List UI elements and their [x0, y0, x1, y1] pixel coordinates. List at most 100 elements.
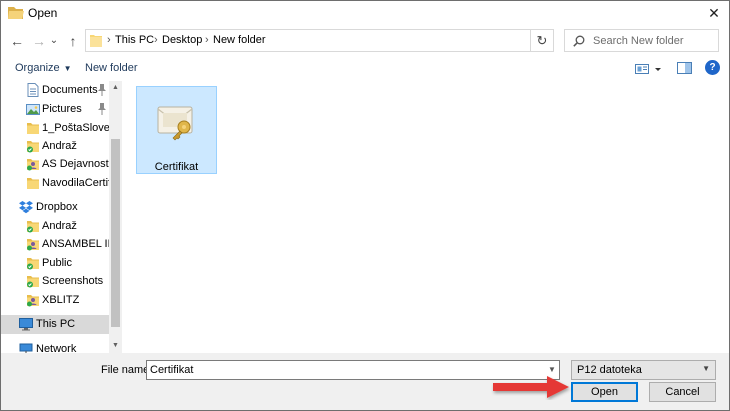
- sidebar-item-label: XBLITZ: [42, 294, 80, 306]
- address-bar[interactable]: › This PC › Desktop › New folder ▼: [85, 29, 607, 52]
- breadcrumb-separator: ›: [205, 34, 209, 46]
- organize-label: Organize: [15, 62, 60, 74]
- sidebar-item-dropbox-andraz[interactable]: Andraž: [1, 217, 109, 236]
- chevron-down-icon: ⌄: [49, 35, 59, 46]
- synced-group-folder-icon: [27, 239, 39, 251]
- up-button[interactable]: ↑: [63, 31, 83, 51]
- breadcrumb-separator: ›: [107, 34, 111, 46]
- sidebar-item-label: AS Dejavnosti: [42, 158, 109, 170]
- open-button[interactable]: Open: [571, 382, 638, 402]
- back-button[interactable]: ←: [7, 31, 27, 51]
- scrollbar-thumb[interactable]: [111, 139, 120, 327]
- sidebar-item-label: ANSAMBEL IDEJ: [42, 238, 109, 250]
- refresh-icon: ↻: [536, 33, 548, 48]
- sidebar-item-andraz[interactable]: Andraž: [1, 137, 109, 156]
- chevron-down-icon: ▼: [702, 364, 710, 373]
- sidebar-item-label: Dropbox: [36, 201, 78, 213]
- sidebar-item-label: Public: [42, 257, 72, 269]
- caret-down-icon: ▼: [63, 64, 72, 73]
- sidebar-item-label: Network: [36, 343, 77, 353]
- organize-button[interactable]: Organize ▼: [15, 62, 72, 74]
- certificate-icon: [157, 106, 193, 141]
- forward-button[interactable]: →: [29, 31, 49, 51]
- pictures-icon: [26, 104, 40, 115]
- sidebar-item-documents[interactable]: Documents: [1, 81, 109, 100]
- folder-icon: [27, 123, 39, 134]
- dropbox-icon: [19, 201, 33, 214]
- scroll-up-arrow-icon[interactable]: ▲: [109, 81, 122, 95]
- documents-icon: [27, 83, 39, 97]
- change-view-button[interactable]: [635, 62, 665, 76]
- sidebar-item-public[interactable]: Public: [1, 254, 109, 273]
- navigation-pane: Documents Pictures 1_PoštaSlovenije And: [1, 81, 122, 353]
- sidebar-item-1-posta-slovenije[interactable]: 1_PoštaSlovenije: [1, 119, 109, 138]
- network-icon: [19, 343, 33, 353]
- open-button-label: Open: [591, 386, 618, 398]
- search-icon: [573, 35, 585, 47]
- annotation-arrow-icon: [493, 376, 569, 398]
- search-box[interactable]: [564, 29, 719, 52]
- sidebar-item-network[interactable]: Network: [1, 340, 109, 353]
- pin-icon: [98, 84, 106, 96]
- sidebar-item-dropbox[interactable]: Dropbox: [1, 198, 109, 217]
- synced-folder-icon: [27, 276, 39, 288]
- back-arrow-icon: ←: [10, 33, 24, 49]
- forward-arrow-icon: →: [32, 33, 46, 49]
- sidebar-item-label: Screenshots: [42, 275, 104, 287]
- sidebar-item-navodila-certifik[interactable]: NavodilaCertifik: [1, 174, 109, 193]
- navigation-bar: ← → ⌄ ↑ › This PC › Desktop › New folder…: [1, 27, 729, 55]
- scroll-down-arrow-icon[interactable]: ▼: [109, 339, 122, 353]
- sidebar-item-this-pc[interactable]: This PC: [1, 315, 109, 334]
- dialog-footer: File name: ▼ P12 datoteka ▼ Open Cancel: [1, 353, 729, 410]
- sidebar-item-xblitz[interactable]: XBLITZ: [1, 291, 109, 310]
- sidebar-item-label: Andraž: [42, 140, 77, 152]
- preview-pane-icon: [677, 62, 692, 74]
- sidebar-item-ansambel-idej[interactable]: ANSAMBEL IDEJ: [1, 235, 109, 254]
- pin-icon: [98, 103, 106, 115]
- file-type-value: P12 datoteka: [577, 364, 642, 376]
- sidebar-item-label: 1_PoštaSlovenije: [42, 122, 109, 134]
- window-title: Open: [28, 6, 58, 20]
- navigation-pane-scrollbar[interactable]: ▲ ▼: [109, 81, 122, 353]
- search-input[interactable]: [593, 32, 713, 49]
- preview-pane-button[interactable]: [677, 61, 693, 75]
- synced-folder-icon: [27, 221, 39, 233]
- synced-group-folder-icon: [27, 295, 39, 307]
- close-icon: ✕: [708, 5, 720, 21]
- breadcrumb-separator: ›: [154, 34, 158, 46]
- sidebar-item-label: Documents: [42, 84, 98, 96]
- breadcrumb-this-pc[interactable]: This PC: [115, 34, 154, 46]
- sidebar-item-pictures[interactable]: Pictures: [1, 100, 109, 119]
- sidebar-item-screenshots[interactable]: Screenshots: [1, 272, 109, 291]
- folder-icon: [90, 35, 102, 47]
- title-bar: Open ✕: [1, 1, 729, 25]
- file-type-select[interactable]: P12 datoteka ▼: [571, 360, 716, 380]
- help-button[interactable]: ?: [705, 60, 720, 75]
- sidebar-item-label: NavodilaCertifik: [42, 177, 109, 189]
- new-folder-label: New folder: [85, 62, 138, 74]
- help-icon: ?: [709, 62, 716, 73]
- file-name-label: File name:: [101, 364, 153, 376]
- chevron-down-icon: ▼: [548, 365, 556, 374]
- this-pc-icon: [19, 318, 33, 331]
- file-list-area[interactable]: Certifikat: [122, 81, 729, 353]
- close-button[interactable]: ✕: [699, 1, 729, 25]
- cancel-button[interactable]: Cancel: [649, 382, 716, 402]
- synced-folder-icon: [27, 258, 39, 270]
- folder-icon: [27, 178, 39, 189]
- view-options-icon: [635, 64, 661, 74]
- breadcrumb-desktop[interactable]: Desktop: [162, 34, 202, 46]
- sidebar-item-as-dejavnosti[interactable]: AS Dejavnosti: [1, 155, 109, 174]
- sidebar-item-label: Andraž: [42, 220, 77, 232]
- shared-folder-icon: [27, 141, 39, 153]
- recent-locations-button[interactable]: ⌄: [47, 31, 61, 51]
- new-folder-button[interactable]: New folder: [85, 62, 138, 74]
- shared-group-folder-icon: [27, 159, 39, 171]
- sidebar-item-label: This PC: [36, 318, 76, 330]
- breadcrumb-new-folder[interactable]: New folder: [213, 34, 266, 46]
- file-item-certifikat[interactable]: Certifikat: [136, 86, 217, 174]
- file-name-label: Certifikat: [154, 161, 199, 173]
- up-arrow-icon: ↑: [69, 33, 77, 49]
- refresh-button[interactable]: ↻: [531, 29, 554, 52]
- open-dialog: Open ✕ ← → ⌄ ↑ › This PC › Desktop › New…: [0, 0, 730, 411]
